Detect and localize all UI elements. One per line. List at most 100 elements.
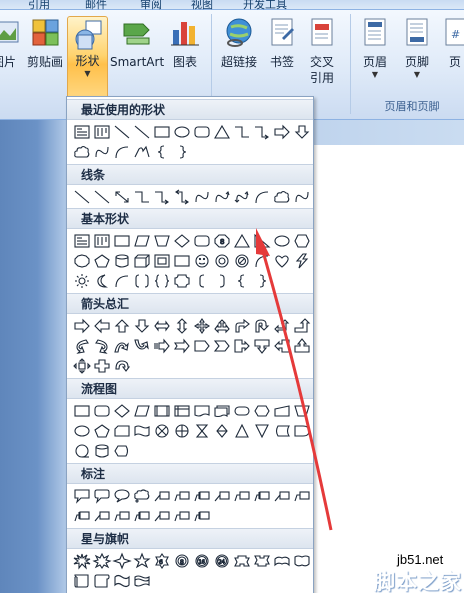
rect-shape-icon[interactable] xyxy=(72,402,92,420)
curve3-shape-icon[interactable] xyxy=(232,188,252,206)
orjunc-shape-icon[interactable] xyxy=(172,422,192,440)
line1-shape-icon[interactable] xyxy=(152,487,172,505)
callrrect-shape-icon[interactable] xyxy=(92,487,112,505)
bracepair-shape-icon[interactable] xyxy=(152,272,172,290)
lupr-shape-icon[interactable] xyxy=(272,317,292,335)
line1-shape-icon[interactable] xyxy=(272,487,292,505)
diamond-shape-icon[interactable] xyxy=(112,402,132,420)
header-button[interactable]: 页眉 ▼ xyxy=(356,10,394,92)
picture-button[interactable]: 图片 xyxy=(0,10,19,92)
moon-shape-icon[interactable] xyxy=(92,272,112,290)
chart-button[interactable]: 图表 xyxy=(166,10,204,92)
curve-shape-icon[interactable] xyxy=(192,188,212,206)
curve-shape-icon[interactable] xyxy=(92,143,112,161)
smile-shape-icon[interactable] xyxy=(192,252,212,270)
donut-shape-icon[interactable] xyxy=(212,252,232,270)
udarrow-shape-icon[interactable] xyxy=(172,317,192,335)
textbox-shape-icon[interactable] xyxy=(72,123,92,141)
curved-shape-icon[interactable] xyxy=(132,337,152,355)
callrect-shape-icon[interactable] xyxy=(72,487,92,505)
predef-shape-icon[interactable] xyxy=(152,402,172,420)
tri-shape-icon[interactable] xyxy=(232,232,252,250)
striped-shape-icon[interactable] xyxy=(152,337,172,355)
hexagon-shape-icon[interactable] xyxy=(292,232,312,250)
rbracket-shape-icon[interactable] xyxy=(212,272,232,290)
callcloud-shape-icon[interactable] xyxy=(132,487,152,505)
chevron-shape-icon[interactable] xyxy=(212,337,232,355)
manual-shape-icon[interactable] xyxy=(272,402,292,420)
line-shape-icon[interactable] xyxy=(92,188,112,206)
hyperlink-button[interactable]: 超链接 xyxy=(216,10,262,92)
terminator-shape-icon[interactable] xyxy=(232,402,252,420)
oval-shape-icon[interactable] xyxy=(172,123,192,141)
sumjunc-shape-icon[interactable] xyxy=(152,422,172,440)
prep-shape-icon[interactable] xyxy=(252,402,272,420)
line-shape-icon[interactable] xyxy=(112,123,132,141)
vtextbox-shape-icon[interactable] xyxy=(92,123,112,141)
line2-shape-icon[interactable] xyxy=(172,487,192,505)
bentarrow-shape-icon[interactable] xyxy=(232,317,252,335)
cylinder-shape-icon[interactable] xyxy=(112,252,132,270)
quadcall-shape-icon[interactable] xyxy=(72,357,92,375)
elbow2-shape-icon[interactable] xyxy=(252,123,272,141)
curveu-shape-icon[interactable] xyxy=(112,337,132,355)
curvel-shape-icon[interactable] xyxy=(72,337,92,355)
star16-shape-icon[interactable]: 16 xyxy=(192,552,212,570)
cloud-shape-icon[interactable] xyxy=(72,143,92,161)
rrect-shape-icon[interactable] xyxy=(192,232,212,250)
line3-shape-icon[interactable] xyxy=(252,487,272,505)
shapes-button[interactable]: 形状 ▼ xyxy=(67,16,108,104)
collate-shape-icon[interactable] xyxy=(192,422,212,440)
octagon-shape-icon[interactable]: 8 xyxy=(212,232,232,250)
bolt-shape-icon[interactable] xyxy=(292,252,312,270)
para-shape-icon[interactable] xyxy=(132,232,152,250)
rtri-shape-icon[interactable] xyxy=(252,232,272,250)
cross-shape-icon[interactable] xyxy=(92,357,112,375)
line2-shape-icon[interactable] xyxy=(112,507,132,525)
star24-shape-icon[interactable]: 24 xyxy=(212,552,232,570)
arc-shape-icon[interactable] xyxy=(112,143,132,161)
page-number-button[interactable]: # 页 xyxy=(440,10,464,92)
darrow-shape-icon[interactable] xyxy=(132,317,152,335)
arc-shape-icon[interactable] xyxy=(252,252,272,270)
callr-shape-icon[interactable] xyxy=(232,337,252,355)
star5-shape-icon[interactable] xyxy=(132,552,152,570)
ribbon3-shape-icon[interactable] xyxy=(272,552,292,570)
line1-shape-icon[interactable] xyxy=(92,507,112,525)
internal-shape-icon[interactable] xyxy=(172,402,192,420)
lbrace-shape-icon[interactable] xyxy=(152,143,172,161)
rbrace-shape-icon[interactable] xyxy=(172,143,192,161)
uarrow-shape-icon[interactable] xyxy=(112,317,132,335)
ribbon4-shape-icon[interactable] xyxy=(292,552,312,570)
rrect-shape-icon[interactable] xyxy=(92,402,112,420)
document-page[interactable] xyxy=(314,145,464,593)
line3-shape-icon[interactable] xyxy=(192,487,212,505)
sun-shape-icon[interactable] xyxy=(72,272,92,290)
oval-shape-icon[interactable] xyxy=(72,422,92,440)
calloval-shape-icon[interactable] xyxy=(112,487,132,505)
line2-shape-icon[interactable] xyxy=(232,487,252,505)
lbrace-shape-icon[interactable] xyxy=(232,272,252,290)
doc-shape-icon[interactable] xyxy=(192,402,212,420)
elbow-shape-icon[interactable] xyxy=(132,188,152,206)
diamond-shape-icon[interactable] xyxy=(172,232,192,250)
notched-shape-icon[interactable] xyxy=(172,337,192,355)
cloud-shape-icon[interactable] xyxy=(272,188,292,206)
display-shape-icon[interactable] xyxy=(112,442,132,460)
dline-shape-icon[interactable] xyxy=(112,188,132,206)
nosym-shape-icon[interactable] xyxy=(232,252,252,270)
darrow-shape-icon[interactable] xyxy=(292,123,312,141)
cube-shape-icon[interactable] xyxy=(132,252,152,270)
extract-shape-icon[interactable] xyxy=(232,422,252,440)
seqaccess-shape-icon[interactable] xyxy=(72,442,92,460)
lrarrow-shape-icon[interactable] xyxy=(152,317,172,335)
multidoc-shape-icon[interactable] xyxy=(212,402,232,420)
trap-shape-icon[interactable] xyxy=(152,232,172,250)
arc-shape-icon[interactable] xyxy=(112,272,132,290)
merge-shape-icon[interactable] xyxy=(252,422,272,440)
crossref-button[interactable]: 交叉 引用 xyxy=(302,10,342,92)
rect-shape-icon[interactable] xyxy=(112,232,132,250)
tape-shape-icon[interactable] xyxy=(132,422,152,440)
decagon-shape-icon[interactable] xyxy=(72,252,92,270)
burst-shape-icon[interactable] xyxy=(72,552,92,570)
